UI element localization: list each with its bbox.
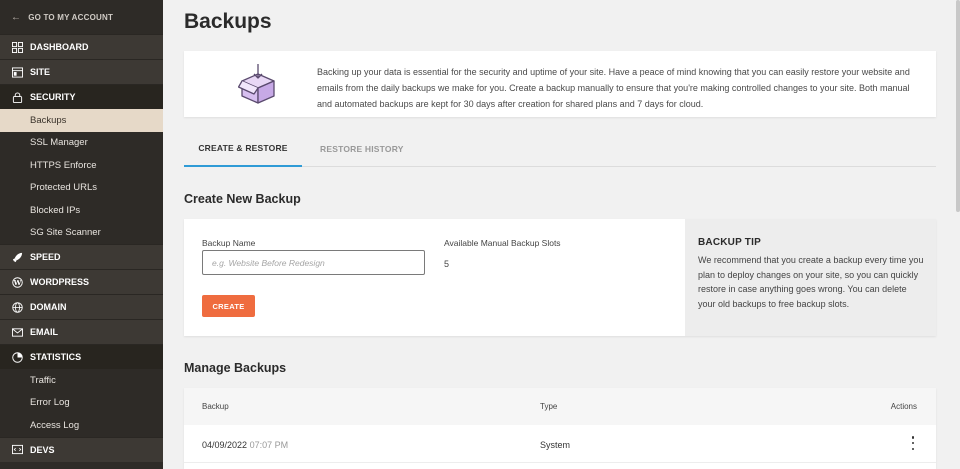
tip-text: We recommend that you create a backup ev… (698, 255, 924, 309)
nav-speed-label: SPEED (30, 252, 61, 262)
nav-devs-label: DEVS (30, 444, 55, 455)
more-actions-icon[interactable] (909, 436, 917, 450)
backup-date: 04/09/2022 (202, 440, 248, 450)
nav-email[interactable]: EMAIL (0, 319, 163, 344)
sidebar-item-ssl-manager[interactable]: SSL Manager (0, 131, 163, 154)
column-backup: Backup (202, 402, 229, 411)
sidebar-item-traffic[interactable]: Traffic (0, 369, 163, 392)
sidebar-item-protected-urls[interactable]: Protected URLs (0, 176, 163, 199)
main-content: Backups Backing up your data is essentia… (163, 0, 960, 469)
nav-devs[interactable]: DEVS (0, 436, 163, 462)
lock-icon (12, 91, 23, 103)
globe-icon (12, 301, 23, 313)
page-scrollbar[interactable] (956, 0, 960, 212)
go-to-account-link[interactable]: ← GO TO MY ACCOUNT (0, 0, 163, 34)
arrow-left-icon: ← (11, 11, 22, 23)
nav-statistics[interactable]: STATISTICS (0, 344, 163, 369)
backup-type: System (540, 440, 571, 450)
backup-time: 07:07 PM (249, 440, 289, 450)
sidebar-item-backups[interactable]: Backups (0, 109, 163, 132)
intro-panel: Backing up your data is essential for th… (184, 51, 936, 117)
code-icon (12, 444, 23, 455)
go-to-account-label: GO TO MY ACCOUNT (28, 12, 114, 22)
slots-value: 5 (444, 259, 450, 269)
nav-email-label: EMAIL (30, 327, 58, 337)
sidebar-item-blocked-ips[interactable]: Blocked IPs (0, 199, 163, 222)
nav-security-label: SECURITY (30, 92, 76, 102)
create-backup-card: Backup Name Available Manual Backup Slot… (184, 219, 936, 336)
create-backup-heading: Create New Backup (184, 192, 301, 206)
nav-dashboard[interactable]: DASHBOARD (0, 34, 163, 59)
sidebar-item-access-log[interactable]: Access Log (0, 414, 163, 437)
tip-title: BACKUP TIP (698, 237, 761, 248)
backup-tip-panel: BACKUP TIP We recommend that you create … (685, 219, 936, 336)
wordpress-icon: W (12, 276, 23, 288)
nav-speed[interactable]: SPEED (0, 244, 163, 269)
nav-site[interactable]: SITE (0, 59, 163, 84)
manage-backups-heading: Manage Backups (184, 361, 287, 375)
nav-wordpress[interactable]: W WORDPRESS (0, 269, 163, 294)
tab-restore-history[interactable]: RESTORE HISTORY (320, 131, 404, 167)
nav-domain-label: DOMAIN (30, 302, 67, 312)
sidebar-item-error-log[interactable]: Error Log (0, 391, 163, 414)
tab-bar: CREATE & RESTORE RESTORE HISTORY (184, 131, 936, 167)
svg-text:W: W (13, 278, 22, 286)
table-header: Backup Type Actions (184, 388, 936, 425)
nav-domain[interactable]: DOMAIN (0, 294, 163, 319)
backup-name-label: Backup Name (202, 238, 256, 248)
sidebar-item-sg-site-scanner[interactable]: SG Site Scanner (0, 221, 163, 244)
backup-date-cell: 04/09/2022 07:07 PM (202, 440, 288, 450)
tab-create-restore[interactable]: CREATE & RESTORE (184, 131, 302, 167)
backups-table: Backup Type Actions 04/09/2022 07:07 PM … (184, 388, 936, 469)
create-button[interactable]: CREATE (202, 295, 255, 317)
site-icon (12, 66, 23, 78)
backup-box-icon (238, 64, 275, 104)
nav-wordpress-label: WORDPRESS (30, 277, 90, 287)
envelope-icon (12, 327, 23, 338)
nav-dashboard-label: DASHBOARD (30, 42, 89, 52)
slots-label: Available Manual Backup Slots (444, 238, 561, 248)
dashboard-icon (12, 41, 23, 53)
table-row: 04/09/2022 07:07 PM System (184, 425, 936, 463)
column-type: Type (540, 402, 558, 411)
column-actions: Actions (890, 402, 917, 411)
nav-site-label: SITE (30, 67, 51, 77)
sidebar: ← GO TO MY ACCOUNT DASHBOARD SITE SECURI… (0, 0, 163, 469)
backup-name-input[interactable] (202, 250, 425, 275)
nav-security[interactable]: SECURITY (0, 84, 163, 109)
rocket-icon (12, 252, 23, 263)
page-title: Backups (184, 10, 272, 33)
chart-icon (12, 351, 23, 363)
intro-text: Backing up your data is essential for th… (317, 67, 910, 109)
sidebar-item-https-enforce[interactable]: HTTPS Enforce (0, 154, 163, 177)
nav-statistics-label: STATISTICS (30, 352, 82, 362)
